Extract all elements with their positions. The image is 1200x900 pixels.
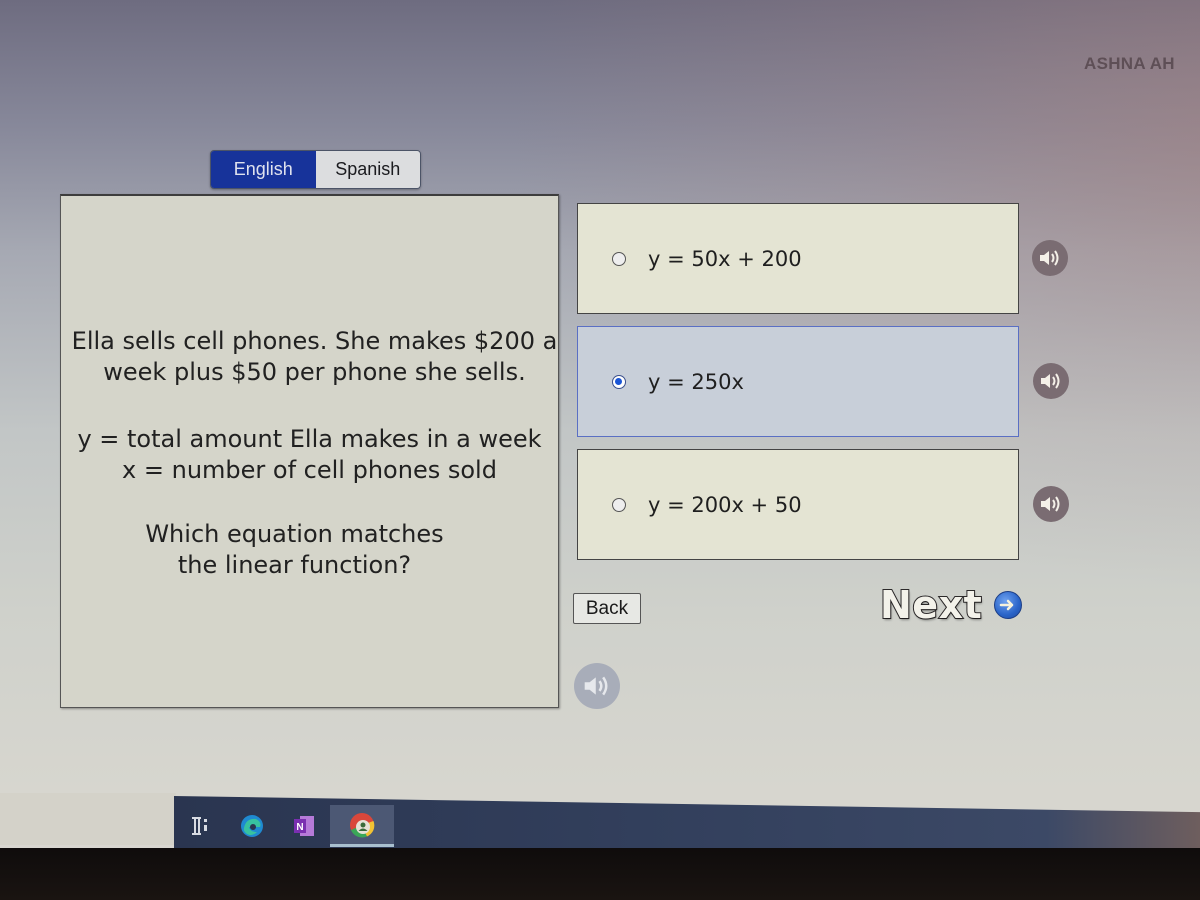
- onenote-icon: N: [294, 816, 314, 836]
- answer-choice-label: y = 50x + 200: [648, 246, 802, 271]
- user-name: ASHNA AH: [1084, 54, 1175, 73]
- question-intro-line: Ella sells cell phones. She makes $200 a: [71, 327, 558, 355]
- question-prompt-line: Which equation matches: [145, 520, 444, 548]
- question-audio-button[interactable]: [574, 663, 620, 709]
- choice-3-audio-button[interactable]: [1033, 486, 1069, 522]
- language-toggle: English Spanish: [210, 150, 421, 189]
- variable-x-definition: x = number of cell phones sold: [122, 456, 497, 484]
- question-intro-line: week plus $50 per phone she sells.: [103, 358, 526, 386]
- speaker-icon: [1041, 496, 1060, 512]
- variable-y-definition: y = total amount Ella makes in a week: [77, 425, 542, 453]
- taskbar-onenote[interactable]: N: [278, 805, 330, 847]
- radio-button[interactable]: [612, 251, 626, 266]
- answer-choice-2[interactable]: y = 250x: [577, 326, 1019, 437]
- radio-button[interactable]: [612, 497, 626, 512]
- speaker-icon: [584, 676, 608, 696]
- taskbar-edge[interactable]: [226, 805, 278, 847]
- next-button[interactable]: Next: [879, 582, 1023, 628]
- next-label: Next: [879, 582, 983, 628]
- speaker-icon: [1040, 250, 1059, 266]
- question-prompt: Which equation matches the linear functi…: [61, 519, 558, 581]
- svg-text:N: N: [296, 822, 303, 833]
- speaker-icon: [1041, 373, 1060, 389]
- answer-choice-label: y = 250x: [648, 369, 744, 394]
- choice-1-audio-button[interactable]: [1032, 240, 1068, 276]
- answer-choice-3[interactable]: y = 200x + 50: [577, 449, 1019, 560]
- english-button[interactable]: English: [211, 151, 316, 188]
- arrow-right-circle-icon: [994, 591, 1023, 619]
- radio-button-selected[interactable]: [612, 374, 626, 389]
- desktop-strip: [0, 793, 176, 845]
- task-view-icon: [192, 817, 207, 835]
- answer-choice-1[interactable]: y = 50x + 200: [577, 203, 1019, 314]
- taskbar-chrome[interactable]: [330, 805, 394, 847]
- question-panel: Ella sells cell phones. She makes $200 a…: [60, 194, 559, 708]
- variable-definitions: y = total amount Ella makes in a week x …: [61, 424, 558, 486]
- back-button[interactable]: Back: [573, 593, 641, 624]
- choice-2-audio-button[interactable]: [1033, 363, 1069, 399]
- taskbar-apps: N: [174, 805, 394, 847]
- question-prompt-line: the linear function?: [177, 551, 412, 579]
- answer-choice-label: y = 200x + 50: [648, 492, 802, 517]
- edge-icon: [241, 815, 263, 837]
- chrome-icon: [350, 812, 375, 838]
- monitor-bezel: [0, 848, 1200, 900]
- question-intro: Ella sells cell phones. She makes $200 a…: [61, 326, 558, 388]
- taskbar-task-view[interactable]: [174, 805, 226, 847]
- spanish-button[interactable]: Spanish: [315, 151, 420, 188]
